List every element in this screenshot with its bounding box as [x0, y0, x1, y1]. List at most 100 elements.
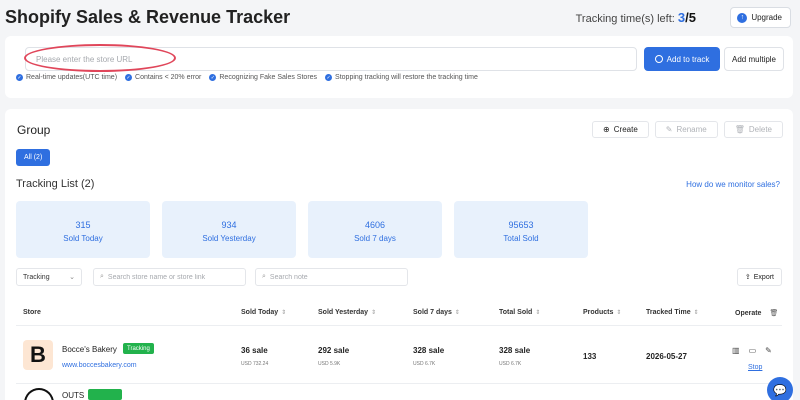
stat-value: 95653 [508, 220, 534, 230]
stat-total-sold: 95653 Total Sold [454, 201, 588, 258]
col-tracked-time[interactable]: Tracked Time ⇕ [646, 309, 699, 316]
col-label: Store [23, 309, 41, 316]
sold-today-usd: USD 732.24 [241, 361, 269, 367]
chat-support-button[interactable]: 💬 [767, 377, 793, 400]
upgrade-icon: ↑ [737, 12, 748, 23]
col-label: Total Sold [499, 309, 533, 316]
chat-icon: 💬 [773, 384, 787, 397]
top-bar: Shopify Sales & Revenue Tracker Tracking… [0, 0, 800, 36]
edit-icon[interactable]: ✎ [765, 346, 772, 355]
search-icon: ⌕ [100, 273, 104, 280]
check-icon: ✓ [125, 74, 133, 81]
plus-circle-icon: ⊕ [603, 125, 610, 134]
track-icon [654, 55, 663, 63]
add-to-track-label: Add to track [666, 54, 710, 64]
tracking-list-title: Tracking List (2) [16, 178, 95, 190]
delete-group-button[interactable]: 🗑 Delete [723, 121, 783, 138]
store-logo: B [23, 340, 53, 370]
create-group-button[interactable]: ⊕ Create [592, 121, 649, 138]
stat-label: Sold Yesterday [202, 234, 256, 243]
feature-item: ✓ Real-time updates(UTC time) [16, 74, 117, 81]
sold-7-days-value: 328 sale [413, 346, 445, 355]
status-select[interactable]: Tracking ⌄ [16, 268, 82, 286]
stop-tracking-link[interactable]: Stop [748, 364, 762, 371]
sold-yesterday-value: 292 sale [318, 346, 350, 355]
feature-label: Recognizing Fake Sales Stores [219, 74, 318, 81]
stat-value: 934 [221, 220, 237, 230]
col-products[interactable]: Products ⇕ [583, 309, 621, 316]
products-value: 133 [583, 352, 597, 361]
store-search-box: ⌕ [93, 268, 246, 286]
how-we-monitor-link[interactable]: How do we monitor sales? [686, 180, 780, 189]
sold-today-value: 36 sale [241, 346, 268, 355]
sort-icon: ⇕ [371, 310, 377, 316]
trash-icon[interactable]: 🗑 [769, 309, 778, 317]
status-badge: Tracking [123, 343, 154, 354]
edit-icon: ✎ [665, 125, 673, 134]
col-sold-7-days[interactable]: Sold 7 days ⇕ [413, 309, 460, 316]
tracking-table: Store Sold Today ⇕ Sold Yesterday ⇕ Sold 7… [16, 299, 782, 400]
group-actions: ⊕ Create ✎ Rename 🗑 Delete [592, 121, 783, 138]
store-link[interactable]: www.boccesbakery.com [62, 362, 137, 369]
store-search-input[interactable] [107, 273, 239, 281]
col-label: Sold 7 days [413, 309, 452, 316]
delete-label: Delete [748, 125, 772, 134]
track-store-card: Add to track Add multiple ✓Real-time upd… [5, 36, 793, 98]
page-title: Shopify Sales & Revenue Tracker [5, 7, 291, 27]
sold-7-days-usd: USD 6.7K [413, 361, 436, 367]
status-select-value: Tracking [23, 273, 50, 281]
tracked-time-value: 2026-05-27 [646, 352, 687, 361]
note-search-input[interactable] [269, 273, 401, 281]
stat-sold-7-days: 4606 Sold 7 days [308, 201, 442, 258]
sort-icon: ⇕ [454, 310, 460, 316]
sold-yesterday-usd: USD 5.9K [318, 361, 341, 367]
rename-group-button[interactable]: ✎ Rename [654, 121, 718, 138]
check-icon: ✓ [325, 74, 333, 81]
note-search-box: ⌕ [255, 268, 408, 286]
tracking-panel: Group ⊕ Create ✎ Rename 🗑 Delete All (2)… [5, 109, 793, 400]
table-header: Store Sold Today ⇕ Sold Yesterday ⇕ Sold 7… [16, 299, 782, 326]
rename-label: Rename [676, 125, 707, 134]
upgrade-label: Upgrade [751, 13, 782, 22]
stat-value: 315 [75, 220, 91, 230]
tracking-total: /5 [685, 10, 696, 25]
stat-sold-yesterday: 934 Sold Yesterday [162, 201, 296, 258]
sort-icon: ⇕ [693, 310, 699, 316]
add-multiple-button[interactable]: Add multiple [724, 47, 784, 71]
stat-label: Total Sold [503, 234, 539, 243]
group-title: Group [17, 123, 51, 137]
group-tab-all[interactable]: All (2) [16, 149, 51, 166]
col-total-sold[interactable]: Total Sold ⇕ [499, 309, 540, 316]
store-url-input[interactable] [25, 47, 637, 71]
col-label: Products [583, 309, 614, 316]
col-sold-yesterday[interactable]: Sold Yesterday ⇕ [318, 309, 376, 316]
folder-icon[interactable]: ▭ [749, 346, 757, 355]
stat-label: Sold Today [63, 234, 103, 243]
feature-item: ✓ Stopping tracking will restore the trac… [325, 74, 478, 81]
col-label: Tracked Time [646, 309, 691, 316]
tracking-left-label: Tracking time(s) left: [575, 13, 675, 25]
table-row: OUTS [16, 384, 782, 400]
col-label: Sold Today [241, 309, 279, 316]
col-store: Store [23, 309, 41, 316]
add-to-track-button[interactable]: Add to track [644, 47, 720, 71]
sort-icon: ⇕ [616, 310, 622, 316]
feature-label: Stopping tracking will restore the track… [335, 74, 478, 81]
col-label: Operate [735, 309, 762, 317]
export-button[interactable]: ⇪ Export [736, 268, 782, 286]
total-sold-value: 328 sale [499, 346, 531, 355]
col-label: Sold Yesterday [318, 309, 369, 316]
search-icon: ⌕ [262, 273, 266, 280]
upgrade-button[interactable]: ↑ Upgrade [730, 7, 791, 28]
col-sold-today[interactable]: Sold Today ⇕ [241, 309, 286, 316]
chart-icon[interactable]: ▥ [732, 346, 740, 355]
operate-icons: ▥ ▭ ✎ [732, 346, 772, 355]
feature-item: ✓ Contains < 20% error [125, 74, 201, 81]
stat-label: Sold 7 days [354, 234, 396, 243]
stat-value: 4606 [364, 220, 386, 230]
feature-item: ✓ Recognizing Fake Sales Stores [209, 74, 317, 81]
tracking-times-left: Tracking time(s) left: 3/5 [576, 10, 696, 25]
feature-label: Contains < 20% error [135, 74, 202, 81]
filter-bar: Tracking ⌄ ⌕ ⌕ ⇪ Export [16, 268, 782, 286]
check-icon: ✓ [16, 74, 23, 81]
